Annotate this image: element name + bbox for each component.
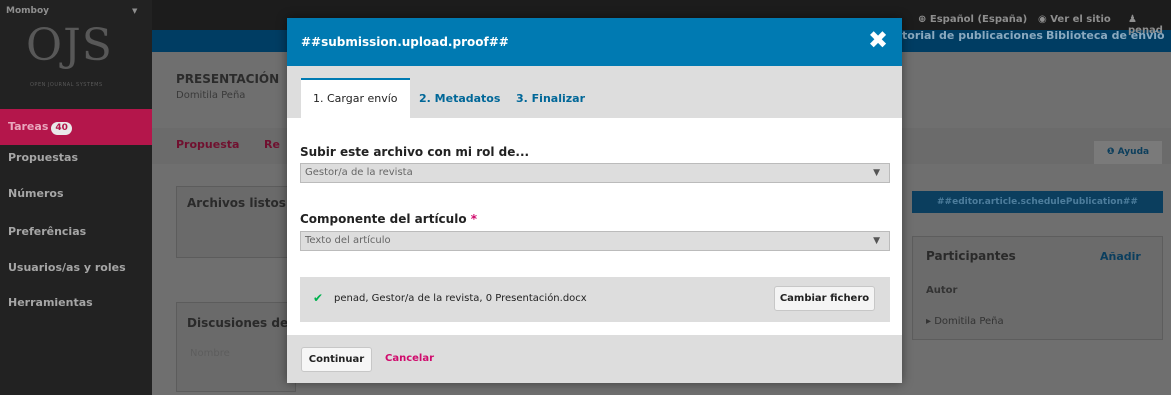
uploaded-file-info: penad, Gestor/a de la revista, 0 Present… bbox=[334, 293, 587, 304]
modal-header: ##submission.upload.proof## ✖ bbox=[287, 18, 902, 66]
tab-upload[interactable]: 1. Cargar envío bbox=[301, 78, 410, 118]
checkmark-icon: ✔ bbox=[313, 291, 324, 305]
sidebar-item-label: Tareas bbox=[8, 120, 49, 133]
tab-metadata[interactable]: 2. Metadatos bbox=[419, 80, 500, 118]
ojs-logo-subtitle: OPEN JOURNAL SYSTEMS bbox=[30, 82, 103, 88]
author-role-label: Autor bbox=[926, 285, 958, 296]
participants-heading: Participantes bbox=[926, 249, 1016, 263]
sidebar-item-label: Propuestas bbox=[8, 151, 78, 164]
language-link[interactable]: ⊕ Español (España) bbox=[918, 14, 1027, 25]
eye-icon: ◉ bbox=[1038, 14, 1051, 25]
sidebar-item-submissions[interactable]: Propuestas bbox=[0, 140, 152, 176]
tab-proposal[interactable]: Propuesta bbox=[176, 138, 239, 151]
sidebar-item-tools[interactable]: Herramientas bbox=[0, 285, 152, 321]
participant-item[interactable]: ▸ Domitila Peña bbox=[926, 316, 1004, 327]
tasks-count-badge: 40 bbox=[51, 122, 72, 135]
sidebar: Momboy ▼ OJS OPEN JOURNAL SYSTEMS Tareas… bbox=[0, 0, 152, 395]
uploaded-file-box: ✔ penad, Gestor/a de la revista, 0 Prese… bbox=[300, 277, 890, 322]
close-icon[interactable]: ✖ bbox=[866, 28, 890, 52]
schedule-publication-button[interactable]: ##editor.article.schedulePublication## bbox=[912, 191, 1163, 213]
files-ready-heading: Archivos listos p bbox=[187, 196, 299, 210]
view-site-link[interactable]: ◉ Ver el sitio bbox=[1038, 14, 1111, 25]
globe-icon: ⊕ bbox=[918, 14, 930, 25]
nav-publishing[interactable]: torial de publicaciones bbox=[902, 29, 1043, 42]
help-button[interactable]: ❶ Ayuda bbox=[1094, 141, 1162, 164]
sidebar-item-issues[interactable]: Números bbox=[0, 176, 152, 212]
discussions-heading: Discusiones de p bbox=[187, 316, 301, 330]
journal-switcher[interactable]: Momboy bbox=[6, 6, 49, 16]
sidebar-item-label: Números bbox=[8, 187, 64, 200]
role-select-value: Gestor/a de la revista bbox=[305, 167, 413, 178]
component-label: Componente del artículo * bbox=[300, 212, 478, 226]
change-file-button[interactable]: Cambiar fichero bbox=[774, 286, 875, 311]
add-participant-link[interactable]: Añadir bbox=[1100, 250, 1141, 263]
sidebar-item-label: Preferências bbox=[8, 225, 87, 238]
nav-library[interactable]: Biblioteca de envío bbox=[1046, 29, 1165, 42]
component-select-value: Texto del artículo bbox=[305, 235, 391, 246]
modal-title: ##submission.upload.proof## bbox=[301, 35, 509, 49]
stage-title: PRESENTACIÓN bbox=[176, 72, 280, 86]
upload-modal: ##submission.upload.proof## ✖ 1. Cargar … bbox=[287, 18, 902, 383]
sidebar-item-settings[interactable]: Preferências bbox=[0, 214, 152, 250]
author-name: Domitila Peña bbox=[176, 90, 246, 101]
tab-review[interactable]: Re bbox=[264, 138, 280, 151]
role-label: Subir este archivo con mi rol de... bbox=[300, 145, 530, 159]
sidebar-item-label: Usuarios/as y roles bbox=[8, 261, 126, 274]
ojs-logo: OJS bbox=[26, 20, 113, 71]
info-icon: ❶ bbox=[1106, 147, 1118, 157]
sidebar-item-label: Herramientas bbox=[8, 296, 93, 309]
cancel-link[interactable]: Cancelar bbox=[385, 353, 434, 364]
modal-footer: Continuar Cancelar bbox=[287, 335, 902, 383]
chevron-right-icon: ▸ bbox=[926, 316, 935, 327]
chevron-down-icon: ▼ bbox=[873, 236, 880, 246]
role-select[interactable]: Gestor/a de la revista ▼ bbox=[300, 163, 890, 183]
chevron-down-icon[interactable]: ▼ bbox=[132, 7, 137, 15]
sidebar-item-users-roles[interactable]: Usuarios/as y roles bbox=[0, 250, 152, 286]
user-icon: ♟ bbox=[1128, 14, 1137, 25]
name-column-header: Nombre bbox=[190, 348, 230, 359]
component-select[interactable]: Texto del artículo ▼ bbox=[300, 231, 890, 251]
wizard-tabs: 1. Cargar envío 2. Metadatos 3. Finaliza… bbox=[287, 66, 902, 118]
required-marker: * bbox=[470, 212, 478, 226]
continue-button[interactable]: Continuar bbox=[301, 347, 372, 372]
chevron-down-icon: ▼ bbox=[873, 168, 880, 178]
tab-finish[interactable]: 3. Finalizar bbox=[516, 80, 585, 118]
